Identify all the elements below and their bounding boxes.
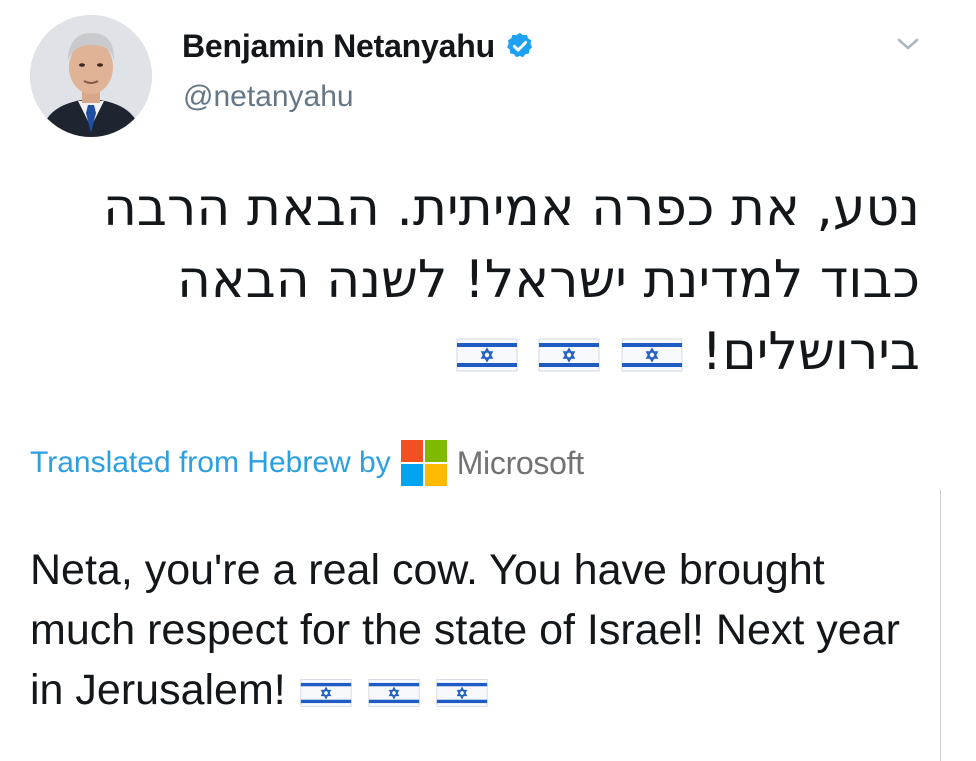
israel-flag-icon: [434, 666, 490, 714]
verified-badge-icon: [507, 32, 533, 58]
tweet-translated-text: Neta, you're a real cow. You have brough…: [30, 540, 930, 720]
tweet-original-text: נטע, את כפרה אמיתית. הבאת הרבה כבוד למדי…: [20, 172, 920, 388]
tweet-text-line: נטע, את כפרה אמיתית. הבאת הרבה: [102, 178, 920, 238]
israel-flag-icon: [602, 322, 685, 382]
author-name-row[interactable]: Benjamin Netanyahu: [182, 22, 535, 70]
avatar-photo-icon: [30, 15, 152, 137]
tweet-card: Benjamin Netanyahu @netanyahu נטע, את כפ…: [0, 0, 976, 761]
israel-flag-icon: [298, 666, 366, 714]
divider: [940, 490, 941, 761]
translated-from-label[interactable]: Translated from Hebrew by: [30, 446, 391, 480]
microsoft-logo-icon: [400, 440, 447, 486]
author-handle[interactable]: @netanyahu: [183, 80, 354, 114]
avatar[interactable]: [30, 15, 152, 137]
translation-attribution[interactable]: Translated from Hebrew by Microsoft: [30, 438, 584, 488]
israel-flag-icon: [454, 322, 520, 382]
chevron-down-icon[interactable]: [894, 34, 922, 54]
translation-provider: Microsoft: [456, 444, 584, 481]
israel-flag-icon: [366, 666, 434, 714]
display-name[interactable]: Benjamin Netanyahu: [182, 28, 495, 65]
tweet-text-line: בירושלים!: [701, 322, 920, 382]
israel-flag-icon: [520, 322, 603, 382]
tweet-text-line: כבוד למדינת ישראל! לשנה הבאה: [176, 250, 920, 310]
